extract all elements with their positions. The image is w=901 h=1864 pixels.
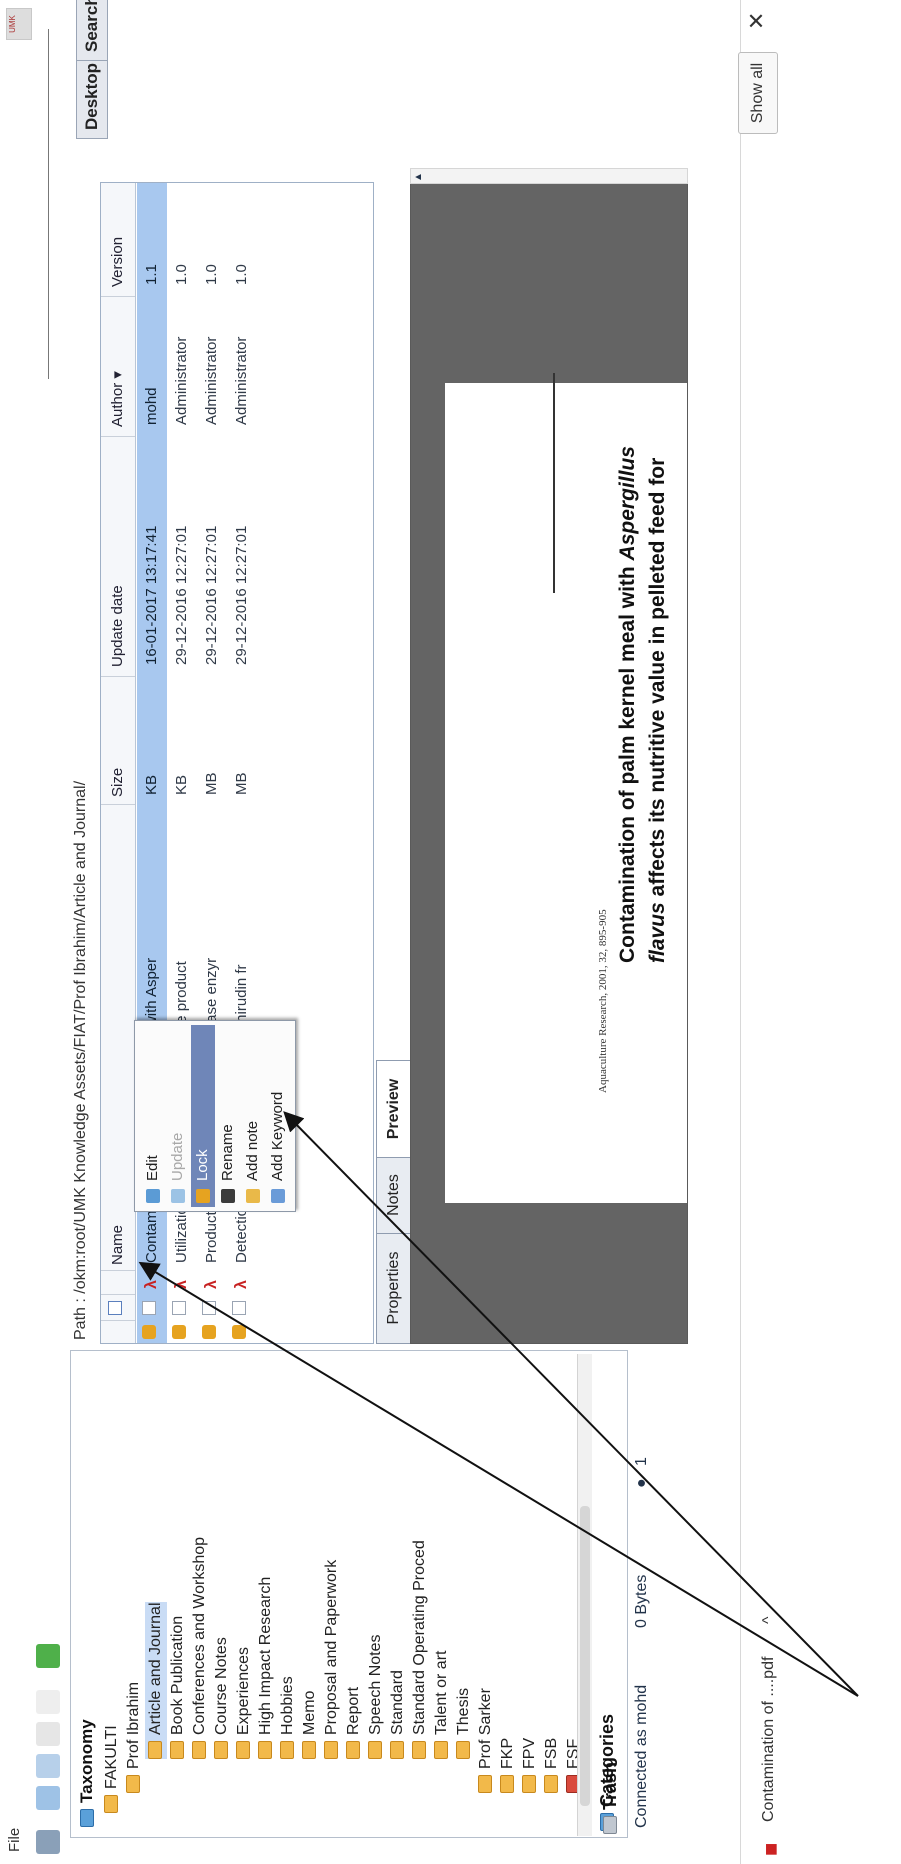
arrow-to-document-row [138,1261,859,1697]
application-window: File UMK Desktop Search Taxonomy FAKULTI… [0,0,901,1864]
annotation-arrows [138,1111,859,1697]
arrow-to-context-menu [283,1111,859,1697]
scanned-screenshot: File UMK Desktop Search Taxonomy FAKULTI… [0,0,901,1864]
